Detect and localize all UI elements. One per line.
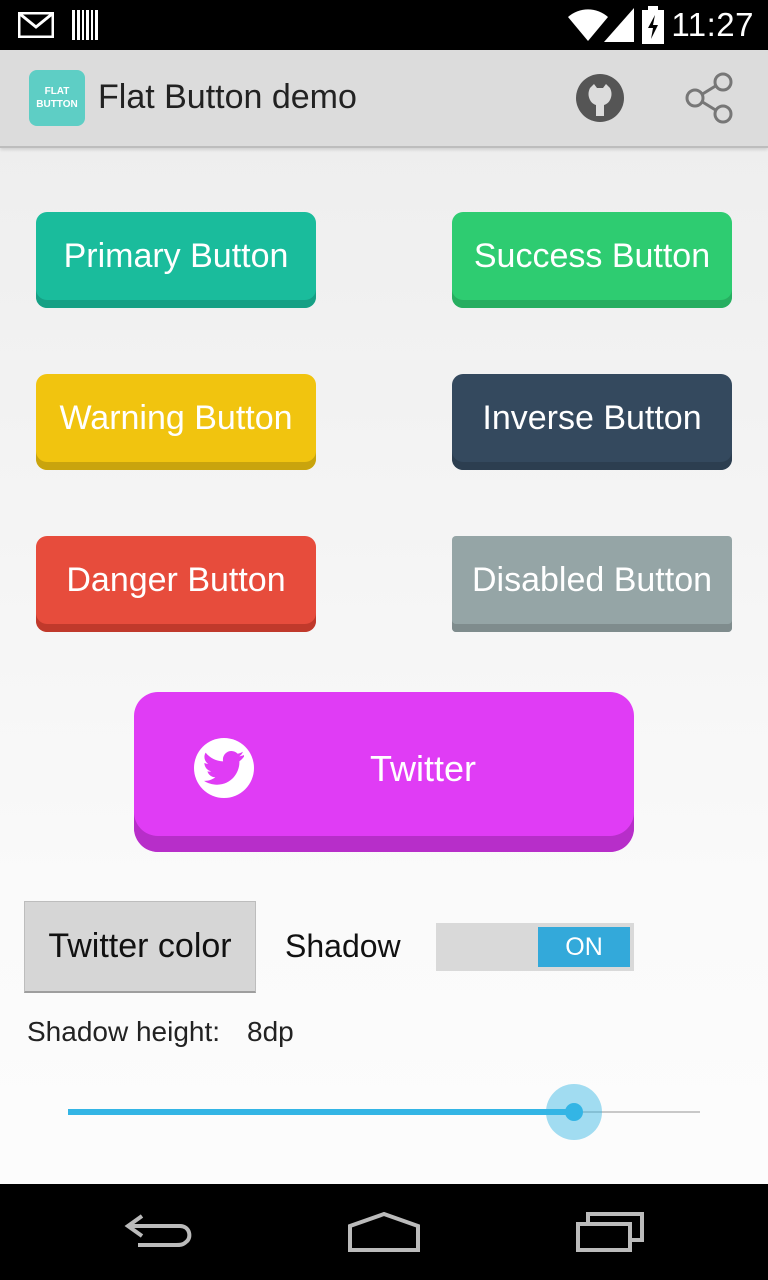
slider-fill	[68, 1109, 574, 1115]
app-icon-line1: FLAT	[44, 86, 70, 97]
share-icon[interactable]	[684, 72, 734, 124]
twitter-bird-glyph	[204, 751, 244, 785]
nav-bar	[0, 1184, 768, 1280]
warning-button-label: Warning Button	[59, 398, 293, 437]
warning-button[interactable]: Warning Button	[36, 374, 316, 470]
primary-button[interactable]: Primary Button	[36, 212, 316, 308]
toggle-on-state: ON	[538, 927, 630, 967]
twitter-button-label: Twitter	[370, 748, 477, 789]
barcode-icon	[72, 10, 98, 40]
shadow-height-label: Shadow height:	[27, 1016, 221, 1047]
twitter-button[interactable]: Twitter	[134, 692, 634, 852]
signal-icon	[604, 8, 634, 42]
disabled-button-label: Disabled Button	[471, 560, 713, 599]
inverse-button[interactable]: Inverse Button	[452, 374, 732, 470]
twitter-bird-icon	[194, 738, 254, 798]
status-time: 11:27	[671, 6, 754, 43]
shadow-toggle[interactable]: ON	[436, 923, 634, 971]
shadow-height-slider[interactable]	[68, 1082, 700, 1142]
inverse-button-label: Inverse Button	[482, 398, 702, 437]
battery-charging-icon	[642, 6, 664, 44]
app-icon: FLAT BUTTON	[29, 70, 85, 126]
danger-button-label: Danger Button	[66, 560, 286, 599]
home-icon[interactable]	[346, 1212, 422, 1252]
disabled-button: Disabled Button	[452, 536, 732, 632]
shadow-label: Shadow	[285, 928, 401, 964]
shadow-height-value: 8dp	[247, 1016, 294, 1047]
action-bar: FLAT BUTTON Flat Button demo	[0, 50, 768, 148]
twitter-color-label: Twitter color	[48, 927, 232, 965]
recents-icon[interactable]	[574, 1208, 646, 1254]
gmail-icon	[18, 12, 54, 38]
success-button[interactable]: Success Button	[452, 212, 732, 308]
slider-thumb[interactable]	[564, 1103, 583, 1121]
back-icon[interactable]	[124, 1212, 196, 1252]
twitter-color-button[interactable]: Twitter color	[24, 901, 256, 993]
status-bar: 11:27	[0, 0, 768, 50]
danger-button[interactable]: Danger Button	[36, 536, 316, 632]
success-button-label: Success Button	[473, 236, 711, 275]
app-icon-line2: BUTTON	[36, 99, 78, 110]
page-title: Flat Button demo	[98, 78, 357, 116]
github-icon[interactable]	[574, 72, 626, 124]
primary-button-label: Primary Button	[63, 236, 289, 275]
